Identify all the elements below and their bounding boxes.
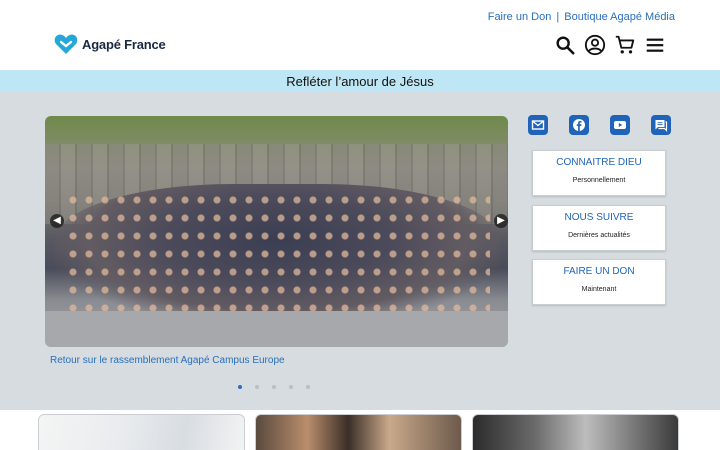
top-links: Faire un Don | Boutique Agapé Média xyxy=(488,11,675,23)
shop-link[interactable]: Boutique Agapé Média xyxy=(564,11,675,23)
social-links xyxy=(528,115,671,135)
cta-subtitle: Personnellement xyxy=(572,177,626,184)
cta-follow-us[interactable]: NOUS SUIVRE Dernières actualités xyxy=(532,205,666,251)
tagline-bar: Refléter l’amour de Jésus xyxy=(0,70,720,92)
carousel-dot[interactable] xyxy=(272,385,276,389)
mail-icon[interactable] xyxy=(528,115,548,135)
cta-subtitle: Dernières actualités xyxy=(568,232,630,239)
tagline-text: Refléter l’amour de Jésus xyxy=(286,73,434,89)
search-icon[interactable] xyxy=(554,34,576,56)
youtube-icon[interactable] xyxy=(610,115,630,135)
cta-know-god[interactable]: CONNAITRE DIEU Personnellement xyxy=(532,150,666,196)
cta-subtitle: Maintenant xyxy=(581,286,617,293)
brand-name: Agapé France xyxy=(82,36,166,52)
account-icon[interactable] xyxy=(584,34,606,56)
logo[interactable]: Agapé France xyxy=(54,33,166,55)
hero-section: ◀ ▶ Retour sur le rassemblement Agapé Ca… xyxy=(0,92,720,410)
carousel-photo-ground xyxy=(45,311,508,347)
carousel-dot[interactable] xyxy=(238,385,242,389)
carousel-dot[interactable] xyxy=(306,385,310,389)
cart-icon[interactable] xyxy=(614,34,636,56)
carousel-next-arrow-icon[interactable]: ▶ xyxy=(494,214,508,228)
facebook-icon[interactable] xyxy=(569,115,589,135)
menu-icon[interactable] xyxy=(644,34,666,56)
carousel-dot[interactable] xyxy=(255,385,259,389)
cta-title: NOUS SUIVRE xyxy=(564,212,634,223)
cta-title: FAIRE UN DON xyxy=(563,266,635,277)
cta-title: CONNAITRE DIEU xyxy=(556,157,642,168)
carousel-dot[interactable] xyxy=(289,385,293,389)
donate-link[interactable]: Faire un Don xyxy=(488,11,552,23)
cta-donate[interactable]: FAIRE UN DON Maintenant xyxy=(532,259,666,305)
article-thumbnails xyxy=(38,414,679,450)
carousel-prev-arrow-icon[interactable]: ◀ xyxy=(50,214,64,228)
carousel-image[interactable] xyxy=(45,116,508,347)
heart-logo-icon xyxy=(54,34,78,54)
article-card-image[interactable] xyxy=(255,414,462,450)
link-separator: | xyxy=(556,11,560,23)
carousel-caption[interactable]: Retour sur le rassemblement Agapé Campus… xyxy=(50,355,285,366)
header-actions xyxy=(554,34,666,56)
article-card-image[interactable] xyxy=(38,414,245,450)
carousel-dots xyxy=(238,385,310,389)
carousel-photo-faces xyxy=(65,191,490,311)
article-card-image[interactable] xyxy=(472,414,679,450)
chat-icon[interactable] xyxy=(651,115,671,135)
